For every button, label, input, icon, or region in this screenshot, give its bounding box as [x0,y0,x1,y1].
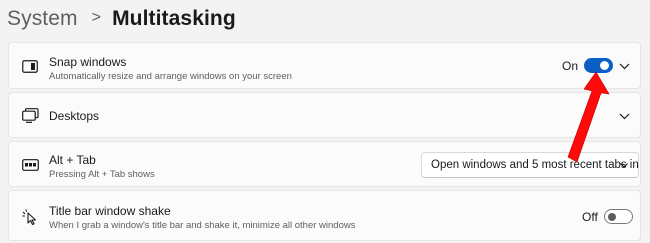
title-bar-shake-toggle[interactable] [604,209,633,224]
title-bar-shake-title: Title bar window shake [49,204,171,218]
snap-windows-card[interactable]: Snap windows Automatically resize and ar… [8,42,641,89]
breadcrumb-separator: > [91,9,102,26]
annotation-arrow-icon [567,71,610,163]
desktops-icon [21,106,39,124]
alt-tab-text: Alt + Tab Pressing Alt + Tab shows [49,153,155,181]
alt-tab-description: Pressing Alt + Tab shows [49,169,155,180]
snap-layout-icon [21,57,39,75]
alt-tab-card: Alt + Tab Pressing Alt + Tab shows Open … [8,141,641,187]
cursor-shake-icon [21,208,39,226]
snap-windows-title: Snap windows [49,55,127,69]
breadcrumb-system-link[interactable]: System [7,7,78,31]
desktops-title: Desktops [49,109,100,123]
chevron-down-icon [619,160,629,170]
alt-tab-title: Alt + Tab [49,153,96,167]
snap-windows-text: Snap windows Automatically resize and ar… [49,55,292,83]
title-bar-shake-text: Title bar window shake When I grab a win… [49,204,355,232]
breadcrumb: System > Multitasking [7,4,236,34]
desktops-card[interactable]: Desktops [8,92,641,138]
title-bar-shake-description: When I grab a window's title bar and sha… [49,220,356,231]
chevron-down-icon[interactable] [618,110,630,122]
snap-windows-description: Automatically resize and arrange windows… [49,71,292,82]
page-title: Multitasking [112,7,236,30]
chevron-down-icon[interactable] [618,60,630,72]
toggle-knob [608,212,616,221]
title-bar-shake-toggle-label: Off [582,210,598,224]
desktops-text: Desktops [49,109,99,123]
title-bar-shake-card: Title bar window shake When I grab a win… [8,190,641,241]
alt-tab-icon [21,156,39,174]
toggle-knob [600,61,609,70]
